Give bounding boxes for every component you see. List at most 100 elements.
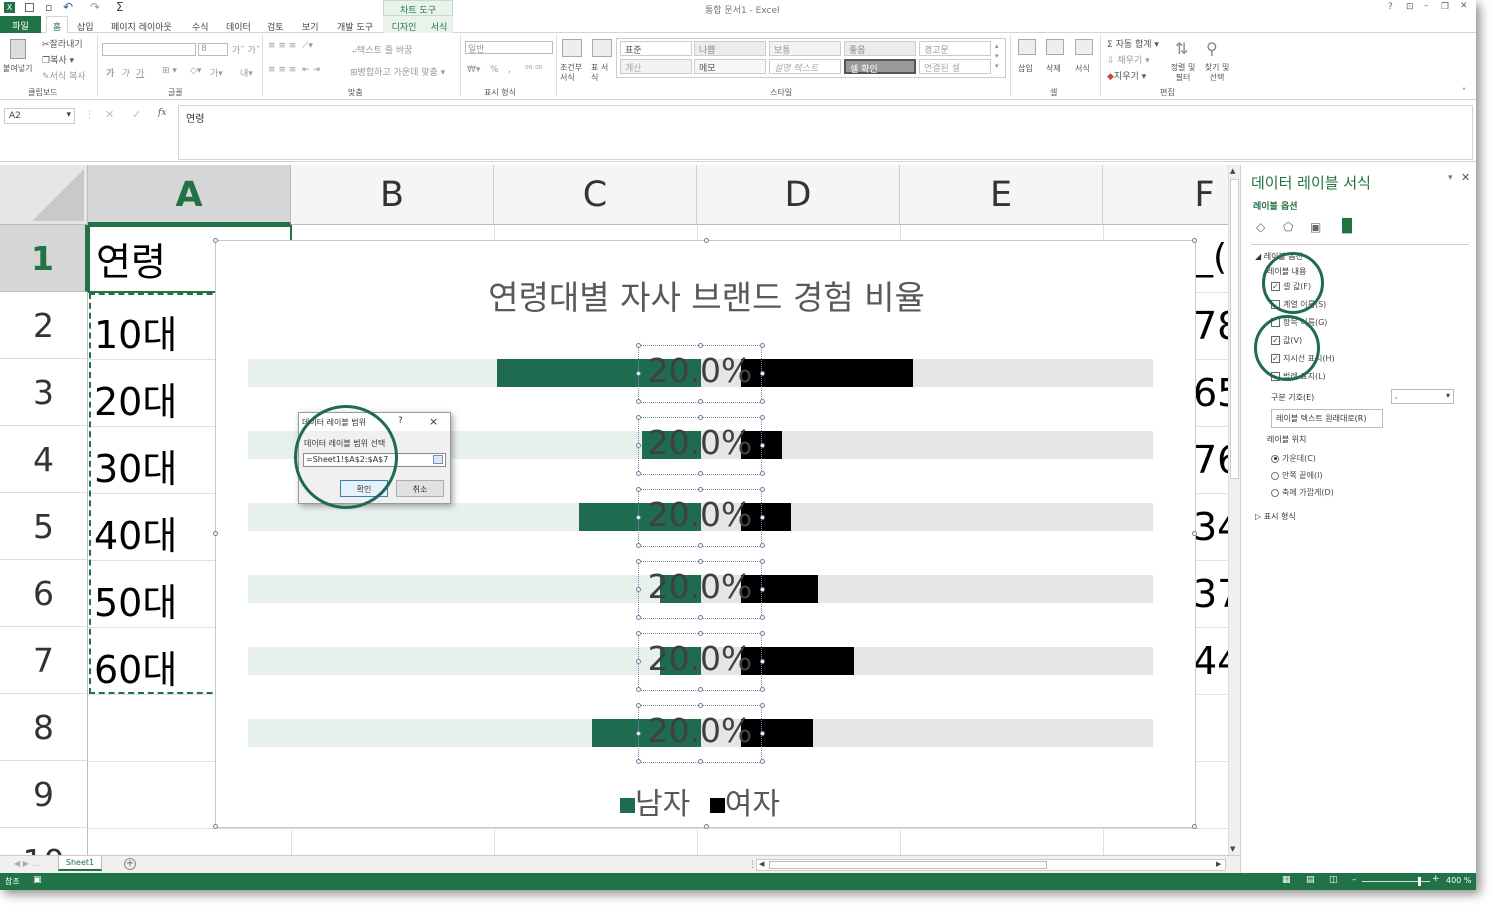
style-linked-cell[interactable]: 연결된 셀 xyxy=(919,59,991,74)
column-header-d[interactable]: D xyxy=(697,165,900,225)
fill-button[interactable]: ⇩ 채우기 ▾ xyxy=(1107,53,1150,66)
cell-f2[interactable]: 78 xyxy=(1193,304,1228,348)
cell-a1[interactable]: 연령 xyxy=(96,231,166,286)
bold-button[interactable]: 가 xyxy=(106,66,114,79)
macro-record-icon[interactable]: ▣ xyxy=(33,875,42,885)
format-cells-label[interactable]: 서식 xyxy=(1075,63,1090,74)
position-inside-end[interactable]: 안쪽 끝에(I) xyxy=(1271,470,1323,481)
label-handle[interactable] xyxy=(636,343,641,348)
normal-view-icon[interactable]: ▦ xyxy=(1282,875,1291,885)
vertical-scroll-thumb[interactable] xyxy=(1230,179,1239,479)
cell-f7[interactable]: 44 xyxy=(1193,639,1228,683)
cell-f4[interactable]: 76 xyxy=(1193,438,1228,482)
zoom-out-icon[interactable]: – xyxy=(1352,875,1357,885)
currency-icon[interactable]: ₩▾ xyxy=(467,65,480,75)
collapse-ribbon-icon[interactable]: ˄ xyxy=(1462,87,1466,96)
row-header-4[interactable]: 4 xyxy=(0,426,88,493)
label-handle[interactable] xyxy=(636,703,641,708)
copy-button[interactable]: ❐복사 ▾ xyxy=(42,53,74,66)
label-handle[interactable] xyxy=(760,471,765,476)
paste-icon[interactable] xyxy=(10,39,26,59)
gallery-scroll-icon[interactable]: ▴ ▾ ▾ xyxy=(995,41,999,71)
row-header-6[interactable]: 6 xyxy=(0,560,88,627)
row-header-3[interactable]: 3 xyxy=(0,359,88,426)
label-handle[interactable] xyxy=(636,631,641,636)
style-note[interactable]: 메모 xyxy=(694,59,766,74)
style-calculation[interactable]: 계산 xyxy=(620,59,692,74)
border-icon[interactable]: ⊞ ▾ xyxy=(162,66,177,76)
label-handle[interactable] xyxy=(760,415,765,420)
formula-input[interactable]: 연령 xyxy=(178,105,1473,160)
separator-select[interactable]: , ▾ xyxy=(1391,389,1454,404)
reset-label-text-button[interactable]: 레이블 텍스트 원래대로(R) xyxy=(1271,409,1383,428)
help-icon[interactable]: ? xyxy=(1388,2,1393,12)
position-center[interactable]: 가운데(C) xyxy=(1271,453,1316,464)
label-handle[interactable] xyxy=(698,687,703,692)
data-label[interactable]: 20.0% xyxy=(638,567,762,606)
pane-subtitle[interactable]: 레이블 옵션 xyxy=(1253,199,1298,212)
label-handle[interactable] xyxy=(698,759,703,764)
bar-chart-options-icon[interactable]: ▐▌ xyxy=(1337,219,1357,234)
label-handle[interactable] xyxy=(760,631,765,636)
sort-filter-icon[interactable]: ⇅ xyxy=(1175,39,1188,58)
cut-button[interactable]: ✂잘라내기 xyxy=(42,37,83,50)
tab-file[interactable]: 파일 xyxy=(0,16,41,33)
label-handle[interactable] xyxy=(760,759,765,764)
collapse-dialog-icon[interactable] xyxy=(433,455,443,464)
data-label[interactable]: 20.0% xyxy=(638,351,762,390)
row-header-5[interactable]: 5 xyxy=(0,493,88,560)
cancel-icon[interactable]: ✕ xyxy=(105,108,114,121)
insert-cells-icon[interactable] xyxy=(1018,39,1036,55)
enter-icon[interactable]: ✓ xyxy=(132,108,141,121)
save-icon[interactable] xyxy=(25,3,34,12)
delete-cells-icon[interactable] xyxy=(1046,39,1064,55)
label-handle[interactable] xyxy=(636,687,641,692)
tab-design[interactable]: 디자인 xyxy=(383,16,425,33)
column-header-c[interactable]: C xyxy=(494,165,697,225)
label-handle[interactable] xyxy=(698,399,703,404)
sheet-tab-sheet1[interactable]: Sheet1 xyxy=(58,856,102,871)
dialog-close-icon[interactable]: × xyxy=(429,415,438,428)
zoom-slider-thumb[interactable] xyxy=(1418,877,1421,886)
restore-icon[interactable]: ❐ xyxy=(1441,2,1449,12)
dialog-help-icon[interactable]: ? xyxy=(398,416,403,426)
find-select-label[interactable]: 찾기 및 선택 xyxy=(1200,63,1234,83)
fill-line-icon[interactable]: ◇ xyxy=(1256,220,1265,234)
cell-f5[interactable]: 34 xyxy=(1193,505,1228,549)
insert-function-button[interactable]: fx xyxy=(158,108,166,118)
bar-female[interactable] xyxy=(741,359,914,387)
label-handle[interactable] xyxy=(636,559,641,564)
cell-f3[interactable]: 65 xyxy=(1193,371,1228,415)
tab-home[interactable]: 홈 xyxy=(46,16,68,33)
tab-formulas[interactable]: 수식 xyxy=(192,20,209,33)
scroll-right-icon[interactable]: ▶ xyxy=(1216,860,1221,868)
page-break-view-icon[interactable]: ◫ xyxy=(1329,875,1338,885)
data-label[interactable]: 20.0% xyxy=(638,495,762,534)
phonetic-icon[interactable]: 내▾ xyxy=(240,66,253,79)
select-all-corner[interactable] xyxy=(0,165,88,225)
cell-f6[interactable]: 37 xyxy=(1193,572,1228,616)
formula-menu-icon[interactable]: ⋮ xyxy=(85,110,94,120)
insert-cells-label[interactable]: 삽입 xyxy=(1018,63,1033,74)
chart-legend[interactable]: 남자 여자 xyxy=(620,779,780,823)
effects-icon[interactable]: ⬠ xyxy=(1283,220,1293,234)
column-header-b[interactable]: B xyxy=(291,165,494,225)
sum-quick-icon[interactable]: Σ xyxy=(116,0,124,14)
label-handle[interactable] xyxy=(760,687,765,692)
horizontal-scrollbar[interactable]: ◀ ▶ xyxy=(756,859,1226,871)
style-neutral[interactable]: 보통 xyxy=(769,41,841,56)
label-handle[interactable] xyxy=(760,615,765,620)
cell-a5[interactable]: 40대 xyxy=(94,505,177,560)
close-window-icon[interactable]: ✕ xyxy=(1460,1,1468,11)
conditional-format-icon[interactable] xyxy=(562,39,582,57)
cell-a7[interactable]: 60대 xyxy=(94,639,177,694)
zoom-level[interactable]: 400 % xyxy=(1446,876,1471,885)
autosum-button[interactable]: Σ 자동 합계 ▾ xyxy=(1107,37,1159,50)
column-header-e[interactable]: E xyxy=(900,165,1103,225)
label-handle[interactable] xyxy=(636,759,641,764)
percent-button[interactable]: % xyxy=(490,65,499,75)
pane-close-icon[interactable]: ✕ xyxy=(1461,171,1470,184)
label-handle[interactable] xyxy=(636,471,641,476)
label-handle[interactable] xyxy=(636,399,641,404)
label-handle[interactable] xyxy=(636,543,641,548)
